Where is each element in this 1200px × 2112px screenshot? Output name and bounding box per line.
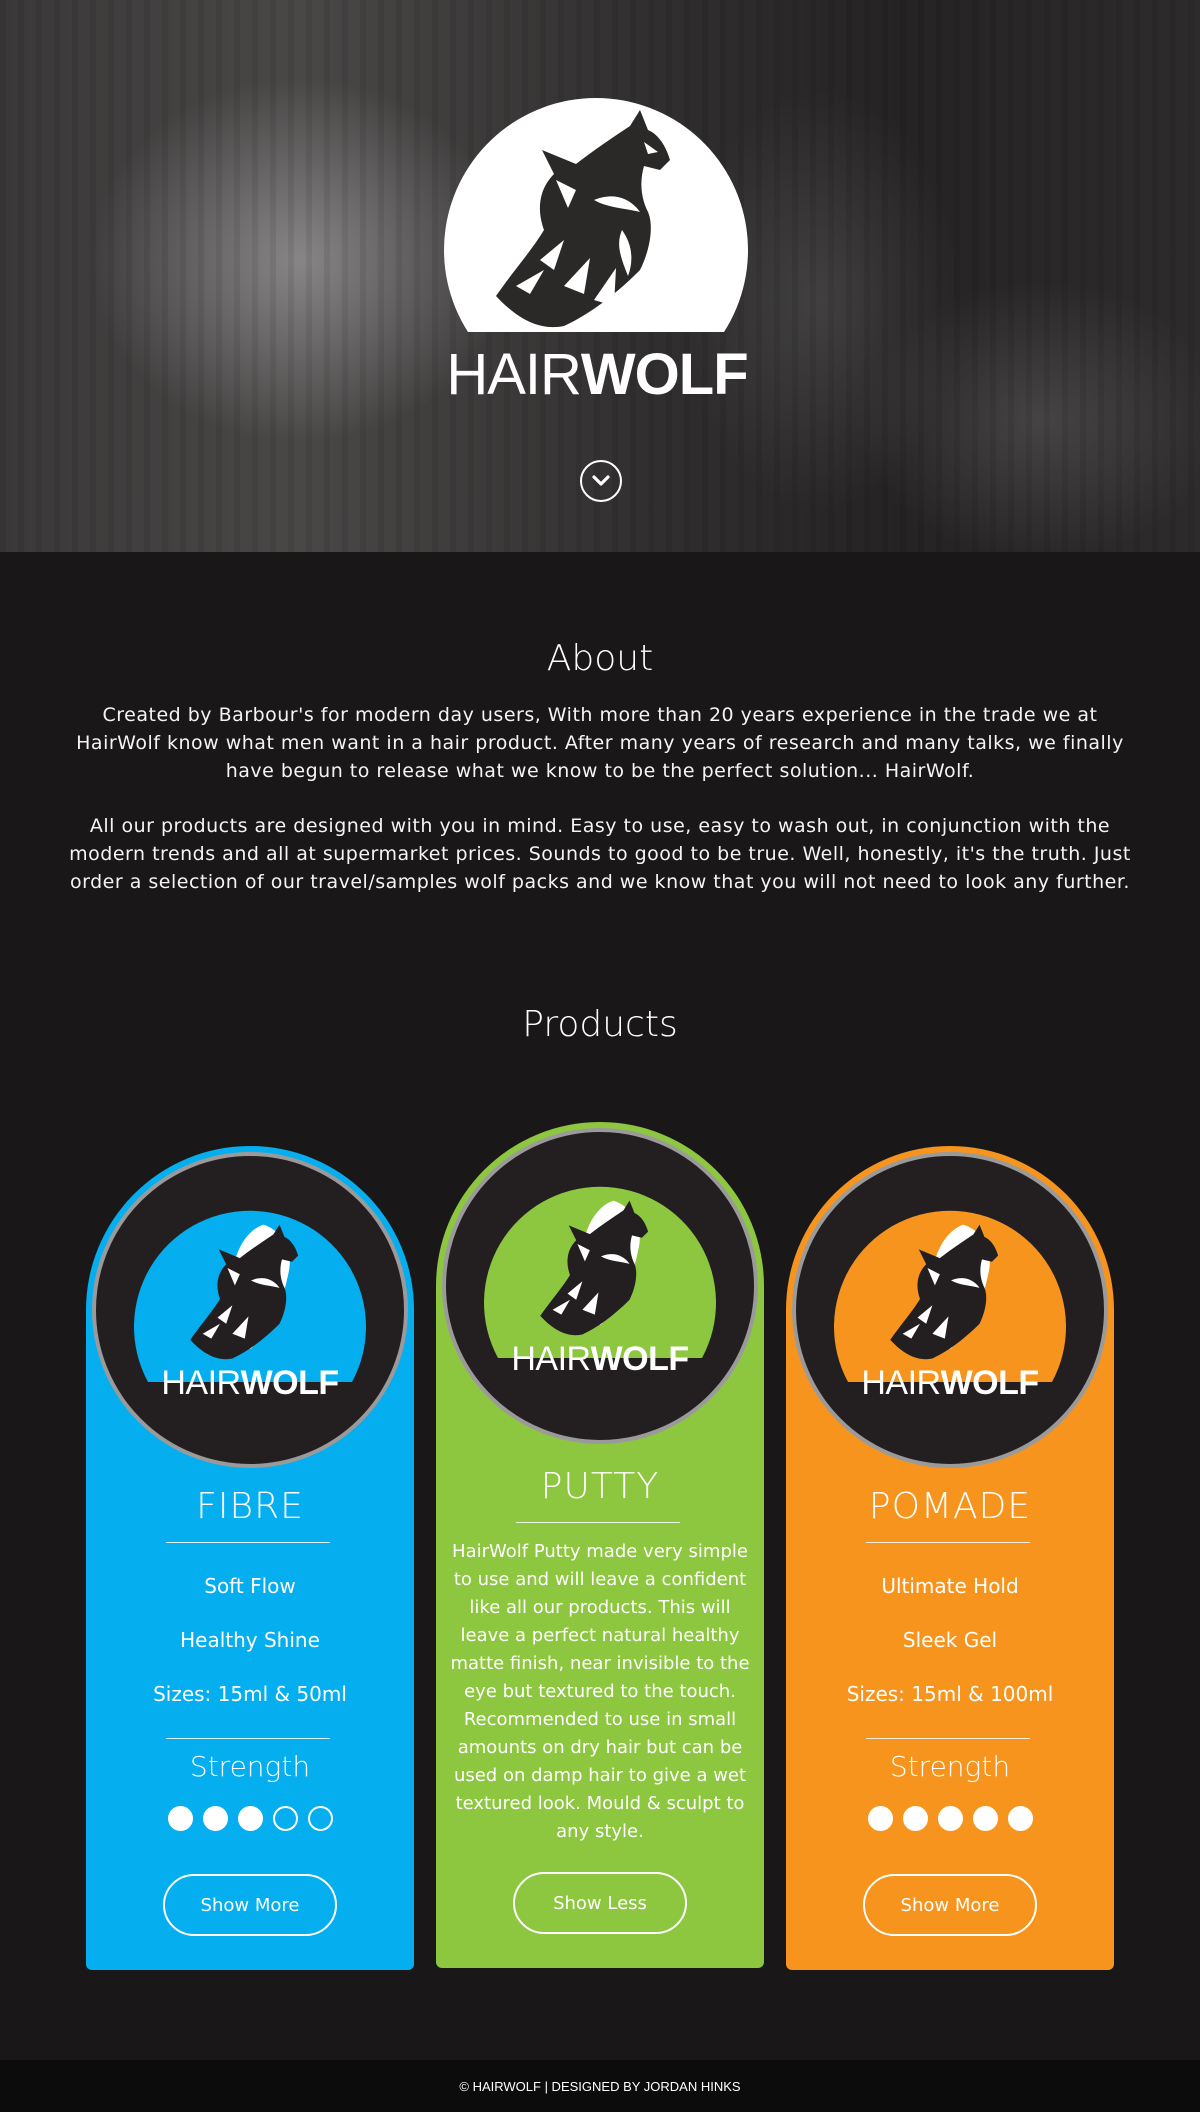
strength-dot-filled	[902, 1806, 928, 1831]
brand-wordmark: HAIRWOLF	[444, 346, 750, 404]
divider	[866, 1738, 1030, 1739]
hero-banner: HAIRWOLF	[0, 0, 1200, 552]
product-badge: HAIRWOLF	[92, 1152, 408, 1468]
product-card-putty: HAIRWOLF PUTTY HairWolf Putty made very …	[436, 1122, 764, 1968]
brand-light: HAIR	[861, 1364, 941, 1402]
strength-dot-filled	[1007, 1806, 1033, 1831]
brand-bold: WOLF	[590, 1340, 690, 1378]
divider	[516, 1522, 680, 1523]
howling-wolf-icon	[484, 1186, 716, 1358]
brand-light: HAIR	[446, 342, 582, 407]
brand-light: HAIR	[511, 1340, 591, 1378]
hairwolf-logo: HAIRWOLF	[444, 80, 750, 404]
howling-wolf-icon	[134, 1210, 367, 1382]
strength-dot-filled	[167, 1806, 193, 1831]
product-name: PUTTY	[540, 1466, 660, 1507]
product-badge: HAIRWOLF	[442, 1128, 758, 1444]
about-title: About	[546, 638, 654, 679]
feature-1: Ultimate Hold	[881, 1574, 1019, 1598]
feature-sizes: Sizes: 15ml & 100ml	[846, 1682, 1054, 1706]
feature-sizes: Sizes: 15ml & 50ml	[153, 1682, 347, 1706]
strength-rating	[786, 1806, 1114, 1831]
strength-rating	[86, 1806, 414, 1831]
strength-dot-filled	[937, 1806, 963, 1831]
about-paragraph-1: Created by Barbour's for modern day user…	[76, 704, 1124, 782]
about-paragraph-2: All our products are designed with you i…	[69, 815, 1131, 893]
show-less-button[interactable]: Show Less	[513, 1872, 687, 1934]
strength-dot-filled	[237, 1806, 263, 1831]
feature-2: Sleek Gel	[902, 1628, 998, 1652]
product-name: FIBRE	[196, 1486, 304, 1527]
feature-1: Soft Flow	[204, 1574, 296, 1598]
brand-wordmark: HAIRWOLF	[796, 1366, 1104, 1400]
howling-wolf-icon	[834, 1210, 1066, 1382]
strength-dot-filled	[202, 1806, 228, 1831]
product-card-pomade: HAIRWOLF POMADE Ultimate Hold Sleek Gel …	[786, 1146, 1114, 1970]
brand-bold: WOLF	[240, 1364, 340, 1402]
product-badge: HAIRWOLF	[792, 1152, 1108, 1468]
strength-dot-empty	[307, 1806, 333, 1831]
howling-wolf-icon	[444, 98, 748, 332]
show-more-button[interactable]: Show More	[163, 1874, 337, 1936]
product-card-fibre: HAIRWOLF FIBRE Soft Flow Healthy Shine S…	[86, 1146, 414, 1970]
brand-bold: WOLF	[580, 342, 749, 407]
footer-credit: © HAIRWOLF | DESIGNED BY JORDAN HINKS	[459, 2078, 741, 2094]
divider	[166, 1542, 330, 1543]
products-title: Products	[522, 1004, 678, 1045]
brand-bold: WOLF	[940, 1364, 1040, 1402]
strength-label: Strength	[189, 1750, 311, 1783]
footer: © HAIRWOLF | DESIGNED BY JORDAN HINKS	[0, 2060, 1200, 2112]
product-description: HairWolf Putty made very simple to use a…	[450, 1541, 750, 1842]
strength-label: Strength	[889, 1750, 1011, 1783]
strength-dot-filled	[867, 1806, 893, 1831]
brand-light: HAIR	[161, 1364, 241, 1402]
divider	[866, 1542, 1030, 1543]
chevron-down-icon	[592, 475, 610, 486]
scroll-down-button[interactable]	[580, 460, 622, 502]
strength-dot-filled	[972, 1806, 998, 1831]
product-name: POMADE	[868, 1486, 1032, 1527]
products-section: HAIRWOLF FIBRE Soft Flow Healthy Shine S…	[0, 1122, 1200, 1972]
divider	[166, 1738, 330, 1739]
strength-dot-empty	[272, 1806, 298, 1831]
feature-2: Healthy Shine	[180, 1628, 320, 1652]
brand-wordmark: HAIRWOLF	[96, 1366, 404, 1400]
show-more-button[interactable]: Show More	[863, 1874, 1037, 1936]
brand-wordmark: HAIRWOLF	[446, 1342, 754, 1376]
